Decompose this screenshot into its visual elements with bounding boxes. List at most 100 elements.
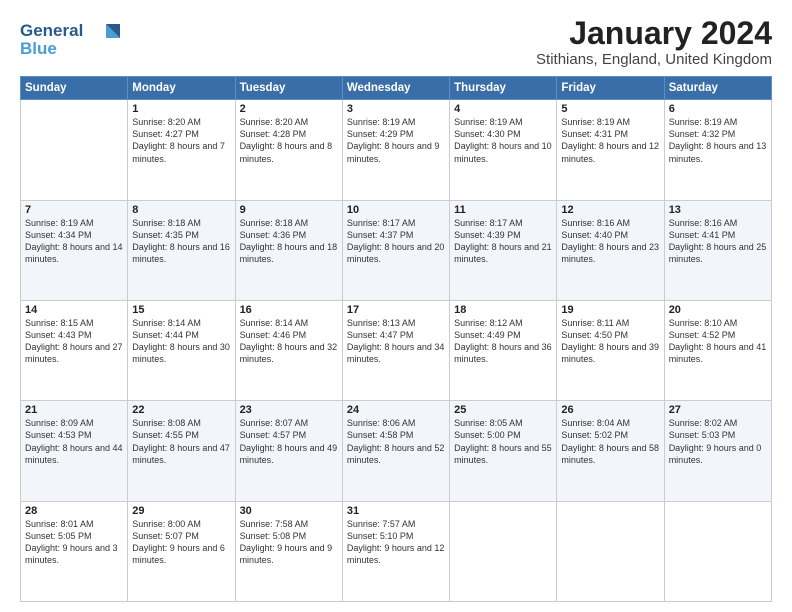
day-info: Sunrise: 8:17 AMSunset: 4:39 PMDaylight:…	[454, 217, 552, 266]
svg-text:Blue: Blue	[20, 39, 57, 58]
day-number: 4	[454, 103, 552, 115]
calendar-cell	[450, 501, 557, 601]
day-info: Sunrise: 7:58 AMSunset: 5:08 PMDaylight:…	[240, 518, 338, 567]
day-info: Sunrise: 8:09 AMSunset: 4:53 PMDaylight:…	[25, 417, 123, 466]
calendar-week-row: 21Sunrise: 8:09 AMSunset: 4:53 PMDayligh…	[21, 401, 772, 501]
weekday-header-cell: Thursday	[450, 77, 557, 100]
day-info: Sunrise: 8:13 AMSunset: 4:47 PMDaylight:…	[347, 317, 445, 366]
day-info: Sunrise: 8:18 AMSunset: 4:35 PMDaylight:…	[132, 217, 230, 266]
calendar-cell: 2Sunrise: 8:20 AMSunset: 4:28 PMDaylight…	[235, 100, 342, 200]
calendar-cell: 20Sunrise: 8:10 AMSunset: 4:52 PMDayligh…	[664, 300, 771, 400]
day-number: 2	[240, 103, 338, 115]
day-info: Sunrise: 8:10 AMSunset: 4:52 PMDaylight:…	[669, 317, 767, 366]
day-info: Sunrise: 8:12 AMSunset: 4:49 PMDaylight:…	[454, 317, 552, 366]
day-number: 6	[669, 103, 767, 115]
calendar-cell: 11Sunrise: 8:17 AMSunset: 4:39 PMDayligh…	[450, 200, 557, 300]
calendar-cell: 26Sunrise: 8:04 AMSunset: 5:02 PMDayligh…	[557, 401, 664, 501]
day-number: 10	[347, 204, 445, 216]
day-info: Sunrise: 8:16 AMSunset: 4:40 PMDaylight:…	[561, 217, 659, 266]
calendar-cell: 4Sunrise: 8:19 AMSunset: 4:30 PMDaylight…	[450, 100, 557, 200]
weekday-header-cell: Friday	[557, 77, 664, 100]
weekday-header-cell: Tuesday	[235, 77, 342, 100]
day-info: Sunrise: 8:14 AMSunset: 4:46 PMDaylight:…	[240, 317, 338, 366]
day-number: 29	[132, 505, 230, 517]
calendar-subtitle: Stithians, England, United Kingdom	[536, 51, 772, 68]
day-number: 11	[454, 204, 552, 216]
calendar-table: SundayMondayTuesdayWednesdayThursdayFrid…	[20, 76, 772, 602]
day-number: 18	[454, 304, 552, 316]
day-number: 8	[132, 204, 230, 216]
day-info: Sunrise: 8:16 AMSunset: 4:41 PMDaylight:…	[669, 217, 767, 266]
day-info: Sunrise: 8:17 AMSunset: 4:37 PMDaylight:…	[347, 217, 445, 266]
calendar-cell	[21, 100, 128, 200]
day-info: Sunrise: 8:05 AMSunset: 5:00 PMDaylight:…	[454, 417, 552, 466]
calendar-cell: 29Sunrise: 8:00 AMSunset: 5:07 PMDayligh…	[128, 501, 235, 601]
day-info: Sunrise: 8:19 AMSunset: 4:29 PMDaylight:…	[347, 116, 445, 165]
calendar-cell: 9Sunrise: 8:18 AMSunset: 4:36 PMDaylight…	[235, 200, 342, 300]
logo: General Blue	[20, 16, 130, 63]
day-number: 13	[669, 204, 767, 216]
day-number: 24	[347, 404, 445, 416]
day-number: 16	[240, 304, 338, 316]
weekday-header-cell: Sunday	[21, 77, 128, 100]
day-number: 15	[132, 304, 230, 316]
day-info: Sunrise: 8:11 AMSunset: 4:50 PMDaylight:…	[561, 317, 659, 366]
day-number: 14	[25, 304, 123, 316]
day-number: 31	[347, 505, 445, 517]
calendar-week-row: 28Sunrise: 8:01 AMSunset: 5:05 PMDayligh…	[21, 501, 772, 601]
calendar-cell: 19Sunrise: 8:11 AMSunset: 4:50 PMDayligh…	[557, 300, 664, 400]
weekday-header-cell: Saturday	[664, 77, 771, 100]
calendar-cell: 25Sunrise: 8:05 AMSunset: 5:00 PMDayligh…	[450, 401, 557, 501]
day-number: 17	[347, 304, 445, 316]
day-number: 20	[669, 304, 767, 316]
calendar-cell: 23Sunrise: 8:07 AMSunset: 4:57 PMDayligh…	[235, 401, 342, 501]
day-number: 1	[132, 103, 230, 115]
calendar-page: General Blue January 2024 Stithians, Eng…	[0, 0, 792, 612]
day-info: Sunrise: 8:07 AMSunset: 4:57 PMDaylight:…	[240, 417, 338, 466]
day-number: 3	[347, 103, 445, 115]
calendar-cell: 12Sunrise: 8:16 AMSunset: 4:40 PMDayligh…	[557, 200, 664, 300]
calendar-cell: 16Sunrise: 8:14 AMSunset: 4:46 PMDayligh…	[235, 300, 342, 400]
day-number: 25	[454, 404, 552, 416]
calendar-cell: 17Sunrise: 8:13 AMSunset: 4:47 PMDayligh…	[342, 300, 449, 400]
calendar-cell: 14Sunrise: 8:15 AMSunset: 4:43 PMDayligh…	[21, 300, 128, 400]
weekday-header-cell: Monday	[128, 77, 235, 100]
day-info: Sunrise: 8:06 AMSunset: 4:58 PMDaylight:…	[347, 417, 445, 466]
calendar-week-row: 1Sunrise: 8:20 AMSunset: 4:27 PMDaylight…	[21, 100, 772, 200]
calendar-week-row: 14Sunrise: 8:15 AMSunset: 4:43 PMDayligh…	[21, 300, 772, 400]
calendar-cell: 7Sunrise: 8:19 AMSunset: 4:34 PMDaylight…	[21, 200, 128, 300]
day-info: Sunrise: 8:19 AMSunset: 4:30 PMDaylight:…	[454, 116, 552, 165]
calendar-title: January 2024	[536, 16, 772, 51]
day-number: 23	[240, 404, 338, 416]
day-info: Sunrise: 8:15 AMSunset: 4:43 PMDaylight:…	[25, 317, 123, 366]
day-info: Sunrise: 8:04 AMSunset: 5:02 PMDaylight:…	[561, 417, 659, 466]
day-number: 7	[25, 204, 123, 216]
calendar-cell: 3Sunrise: 8:19 AMSunset: 4:29 PMDaylight…	[342, 100, 449, 200]
weekday-header-cell: Wednesday	[342, 77, 449, 100]
day-number: 5	[561, 103, 659, 115]
title-block: January 2024 Stithians, England, United …	[536, 16, 772, 68]
calendar-body: 1Sunrise: 8:20 AMSunset: 4:27 PMDaylight…	[21, 100, 772, 602]
day-number: 21	[25, 404, 123, 416]
day-info: Sunrise: 8:20 AMSunset: 4:28 PMDaylight:…	[240, 116, 338, 165]
day-info: Sunrise: 7:57 AMSunset: 5:10 PMDaylight:…	[347, 518, 445, 567]
calendar-cell: 5Sunrise: 8:19 AMSunset: 4:31 PMDaylight…	[557, 100, 664, 200]
day-number: 26	[561, 404, 659, 416]
day-number: 19	[561, 304, 659, 316]
calendar-cell	[664, 501, 771, 601]
calendar-cell: 27Sunrise: 8:02 AMSunset: 5:03 PMDayligh…	[664, 401, 771, 501]
day-number: 30	[240, 505, 338, 517]
day-info: Sunrise: 8:14 AMSunset: 4:44 PMDaylight:…	[132, 317, 230, 366]
calendar-cell: 15Sunrise: 8:14 AMSunset: 4:44 PMDayligh…	[128, 300, 235, 400]
day-number: 12	[561, 204, 659, 216]
day-number: 27	[669, 404, 767, 416]
svg-text:General: General	[20, 21, 83, 40]
calendar-cell: 10Sunrise: 8:17 AMSunset: 4:37 PMDayligh…	[342, 200, 449, 300]
day-info: Sunrise: 8:19 AMSunset: 4:32 PMDaylight:…	[669, 116, 767, 165]
calendar-cell: 22Sunrise: 8:08 AMSunset: 4:55 PMDayligh…	[128, 401, 235, 501]
day-info: Sunrise: 8:01 AMSunset: 5:05 PMDaylight:…	[25, 518, 123, 567]
day-info: Sunrise: 8:08 AMSunset: 4:55 PMDaylight:…	[132, 417, 230, 466]
header: General Blue January 2024 Stithians, Eng…	[20, 16, 772, 68]
weekday-header-row: SundayMondayTuesdayWednesdayThursdayFrid…	[21, 77, 772, 100]
calendar-cell: 28Sunrise: 8:01 AMSunset: 5:05 PMDayligh…	[21, 501, 128, 601]
